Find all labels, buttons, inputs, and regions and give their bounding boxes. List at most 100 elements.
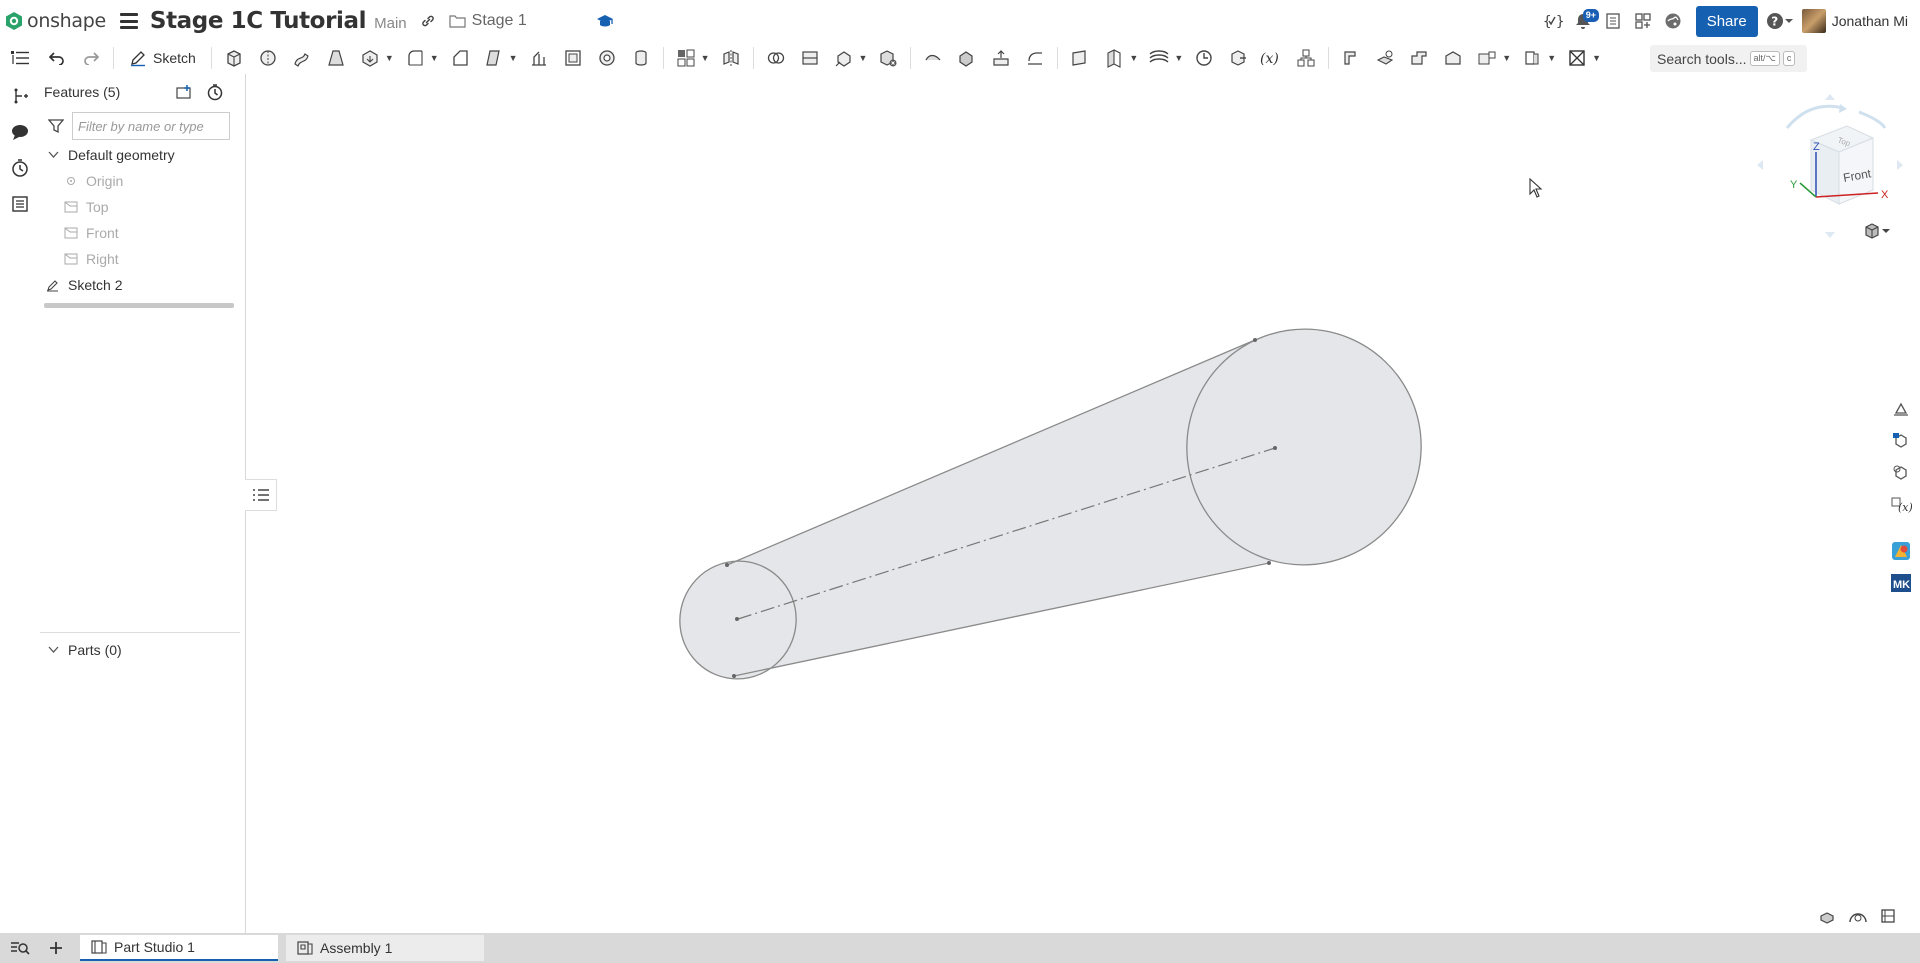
filter-input[interactable] <box>72 112 230 140</box>
extrude-button[interactable] <box>221 44 247 72</box>
tree-item-sketch-2[interactable]: Sketch 2 <box>40 272 245 298</box>
sheet-metal-button[interactable] <box>1338 44 1364 72</box>
filter-icon[interactable] <box>48 118 64 134</box>
loft-model[interactable] <box>246 74 1920 933</box>
onshape-logo[interactable]: onshape <box>4 10 106 32</box>
sweep-button[interactable] <box>289 44 315 72</box>
notifications-button[interactable]: 9+ <box>1568 6 1599 36</box>
feature-list-scrollbar[interactable] <box>44 303 234 308</box>
feature-list-toggle[interactable] <box>0 42 40 74</box>
chevron-down-icon[interactable]: ▼ <box>430 53 439 63</box>
appearance-panel-icon[interactable] <box>1886 394 1916 424</box>
bend-relief-button[interactable] <box>1474 44 1500 72</box>
insert-feature-icon[interactable] <box>6 82 34 110</box>
parts-group[interactable]: Parts (0) <box>40 637 122 663</box>
fillet-button[interactable] <box>402 44 428 72</box>
chevron-down-icon[interactable] <box>46 643 60 657</box>
search-tools-input[interactable]: Search tools... alt/⌥ c <box>1650 45 1807 72</box>
sketch-button[interactable]: Sketch <box>123 44 202 72</box>
help-menu[interactable]: ? <box>1766 12 1794 30</box>
draft-button[interactable] <box>481 44 507 72</box>
chamfer-button[interactable] <box>447 44 473 72</box>
mate-connector-button[interactable] <box>1101 44 1127 72</box>
arrow-down-icon[interactable] <box>1825 232 1835 238</box>
rotate-arrow-icon[interactable] <box>1839 104 1847 113</box>
boolean-button[interactable] <box>763 44 789 72</box>
vertex[interactable] <box>1273 446 1277 450</box>
version-history-icon[interactable] <box>6 154 34 182</box>
parts-divider[interactable] <box>40 632 240 633</box>
chevron-down-icon[interactable]: ▼ <box>509 53 518 63</box>
vertex[interactable] <box>732 674 736 678</box>
chevron-down-icon[interactable]: ▼ <box>1174 53 1183 63</box>
rollback-timer-icon[interactable] <box>206 83 224 106</box>
add-folder-icon[interactable] <box>176 84 194 105</box>
plane-button[interactable] <box>1067 44 1093 72</box>
user-menu[interactable]: Jonathan Mi <box>1801 9 1908 33</box>
cylinder-button[interactable] <box>628 44 654 72</box>
chevron-down-icon[interactable]: ▼ <box>1592 53 1601 63</box>
tree-group-default-geometry[interactable]: Default geometry <box>40 142 245 168</box>
tab-assembly-1[interactable]: Assembly 1 <box>286 935 484 961</box>
folder-breadcrumb[interactable]: Stage 1 <box>449 12 527 30</box>
graphics-viewport[interactable] <box>246 74 1920 933</box>
flange-button[interactable] <box>1372 44 1398 72</box>
transform-button[interactable] <box>831 44 857 72</box>
chevron-down-icon[interactable] <box>46 148 60 162</box>
document-list-icon[interactable] <box>1598 6 1628 36</box>
chevron-down-icon[interactable]: ▼ <box>859 53 868 63</box>
corner-button[interactable] <box>1440 44 1466 72</box>
branch-label[interactable]: Main <box>374 15 407 32</box>
view-options-menu[interactable] <box>1863 222 1891 240</box>
partner-app-icon[interactable] <box>1886 536 1916 566</box>
rotate-arrow-icon[interactable] <box>1785 104 1844 129</box>
add-tab-button[interactable] <box>40 940 72 956</box>
rib-button[interactable] <box>526 44 552 72</box>
offset-surface-button[interactable] <box>920 44 946 72</box>
app-store-icon[interactable] <box>1628 6 1658 36</box>
split-button[interactable] <box>797 44 823 72</box>
arrow-up-icon[interactable] <box>1825 94 1835 100</box>
mirror-button[interactable] <box>718 44 744 72</box>
mk-app-icon[interactable]: MK <box>1886 568 1916 598</box>
view-cube[interactable]: Top Front Z X Y <box>1755 90 1905 240</box>
vertex[interactable] <box>735 617 739 621</box>
chevron-down-icon[interactable]: ▼ <box>1129 53 1138 63</box>
vertex[interactable] <box>1267 561 1271 565</box>
move-face-button[interactable] <box>988 44 1014 72</box>
tree-item-right-plane[interactable]: Right <box>40 246 245 272</box>
thicken-button[interactable] <box>357 44 383 72</box>
shell-button[interactable] <box>560 44 586 72</box>
replace-face-button[interactable] <box>954 44 980 72</box>
search-tabs-icon[interactable] <box>0 940 40 956</box>
arrow-left-icon[interactable] <box>1757 160 1763 170</box>
link-icon[interactable] <box>419 12 437 30</box>
surface-button[interactable] <box>1564 44 1590 72</box>
vertex[interactable] <box>725 563 729 567</box>
vertex[interactable] <box>1253 338 1257 342</box>
section-view-button[interactable] <box>1225 44 1251 72</box>
undo-button[interactable] <box>44 44 70 72</box>
main-menu-icon[interactable] <box>119 13 138 29</box>
frame-button[interactable] <box>1519 44 1545 72</box>
tree-item-top-plane[interactable]: Top <box>40 194 245 220</box>
tree-item-front-plane[interactable]: Front <box>40 220 245 246</box>
hole-button[interactable] <box>594 44 620 72</box>
chevron-down-icon[interactable]: ▼ <box>1547 53 1556 63</box>
configurations-icon[interactable] <box>1886 426 1916 456</box>
loft-button[interactable] <box>323 44 349 72</box>
display-states-icon[interactable] <box>1818 908 1836 929</box>
chevron-down-icon[interactable]: ▼ <box>701 53 710 63</box>
redo-button[interactable] <box>78 44 104 72</box>
tab-button[interactable] <box>1406 44 1432 72</box>
render-studio-icon[interactable] <box>1886 458 1916 488</box>
graduation-cap-icon[interactable] <box>595 11 615 31</box>
derived-button[interactable] <box>1293 44 1319 72</box>
pattern-button[interactable] <box>673 44 699 72</box>
comments-icon[interactable] <box>6 118 34 146</box>
learning-center-icon[interactable] <box>1658 6 1688 36</box>
variables-icon[interactable]: {} <box>1538 6 1568 36</box>
mass-properties-icon[interactable] <box>1880 908 1896 929</box>
chevron-down-icon[interactable]: ▼ <box>1502 53 1511 63</box>
modify-fillet-button[interactable] <box>1022 44 1048 72</box>
